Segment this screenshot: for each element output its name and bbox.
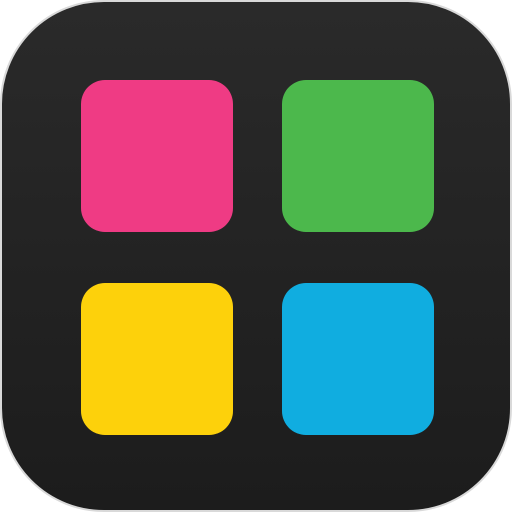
blue-tile-icon	[282, 283, 434, 435]
green-tile-icon	[282, 80, 434, 232]
yellow-tile-icon	[81, 283, 233, 435]
pink-tile-icon	[81, 80, 233, 232]
app-grid-icon	[0, 0, 512, 512]
